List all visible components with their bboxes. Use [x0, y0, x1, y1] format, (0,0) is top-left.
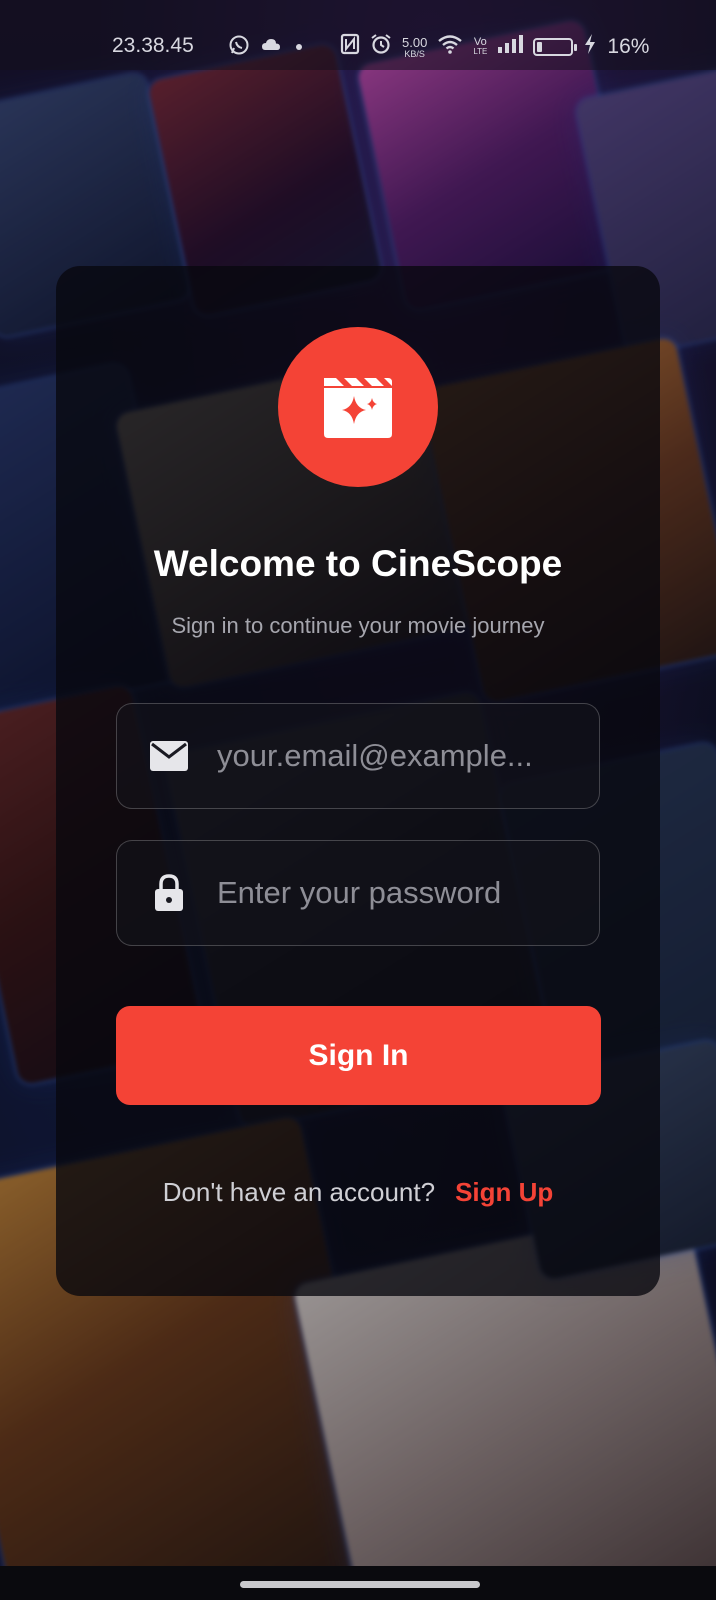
net-speed: 5.00 KB/S: [402, 36, 427, 59]
signup-prompt: Don't have an account? Sign Up: [0, 1177, 716, 1208]
dot-icon: [292, 36, 306, 60]
cloud-icon: [260, 34, 282, 62]
no-account-text: Don't have an account?: [162, 1177, 436, 1207]
password-field[interactable]: [116, 840, 600, 946]
envelope-icon: [143, 740, 195, 772]
system-icons: 5.00 KB/S Vo LTE 16%: [340, 33, 649, 61]
wifi-icon: [437, 33, 463, 61]
volte-icon: Vo LTE: [473, 37, 487, 57]
email-field[interactable]: [116, 703, 600, 809]
charging-icon: [583, 33, 597, 61]
app-logo: [278, 327, 438, 487]
net-speed-unit: KB/S: [404, 48, 425, 59]
home-indicator[interactable]: [240, 1581, 480, 1588]
welcome-title: Welcome to CineScope: [153, 543, 563, 584]
battery-icon: [533, 38, 578, 56]
battery-percent: 16%: [607, 35, 650, 58]
whatsapp-icon: [228, 34, 250, 62]
welcome-subtitle: Sign in to continue your movie journey: [171, 613, 545, 638]
nfc-icon: [340, 33, 360, 61]
status-time: 23.38.45: [112, 34, 194, 57]
movie-clapperboard-icon: [324, 378, 392, 438]
status-bar: 23.38.45 5.00 KB/S Vo LTE 16%: [0, 0, 716, 70]
net-speed-value: 5.00: [402, 34, 428, 50]
signal-icon: [497, 34, 524, 60]
email-input[interactable]: [217, 726, 557, 786]
battery-level-fill: [537, 42, 543, 52]
volte-top: Vo: [473, 36, 487, 48]
alarm-icon: [370, 33, 392, 61]
login-screen: 23.38.45 5.00 KB/S Vo LTE 16% Welcome to…: [0, 0, 716, 1600]
sign-in-button[interactable]: Sign In: [116, 1006, 601, 1105]
sign-up-link[interactable]: Sign Up: [455, 1177, 553, 1208]
lock-icon: [143, 873, 195, 913]
password-input[interactable]: [217, 863, 557, 923]
volte-bottom: LTE: [473, 47, 488, 56]
notification-icons: [228, 34, 306, 62]
